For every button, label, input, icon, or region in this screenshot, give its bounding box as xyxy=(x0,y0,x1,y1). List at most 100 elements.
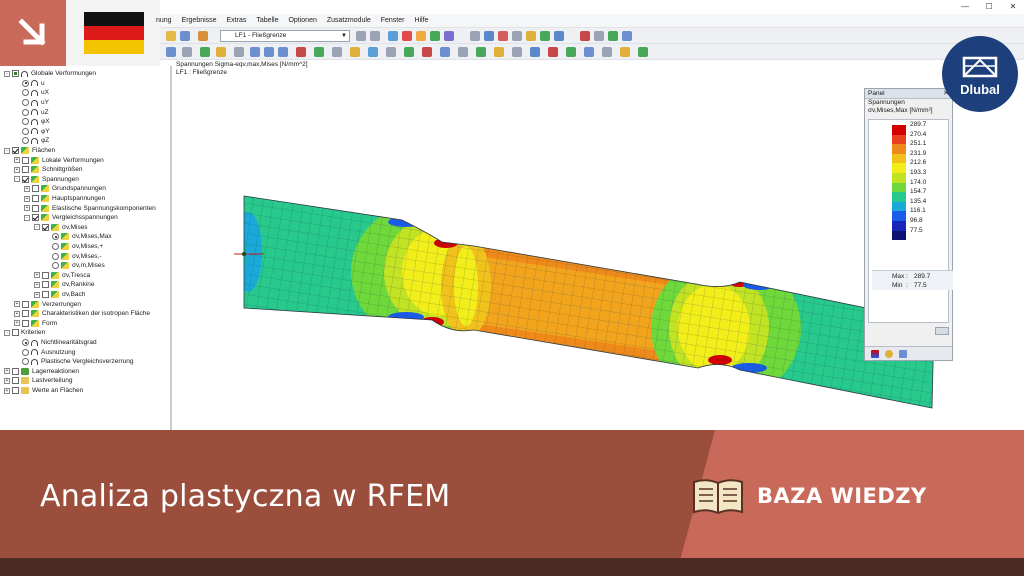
fit-icon[interactable] xyxy=(530,47,540,57)
menu-item-fenster[interactable]: Fenster xyxy=(381,14,405,28)
checkbox[interactable] xyxy=(22,166,29,174)
checkbox[interactable] xyxy=(32,204,39,212)
loadcase-select[interactable]: LF1 - Fließgrenze ▼ xyxy=(220,30,350,42)
help-icon[interactable] xyxy=(602,47,612,57)
deformation-icon[interactable] xyxy=(416,31,426,41)
checkbox[interactable] xyxy=(32,214,39,222)
expand-icon[interactable]: + xyxy=(24,185,30,192)
tree-item[interactable]: σv,Mises,Max xyxy=(44,232,112,242)
expand-icon[interactable]: + xyxy=(34,291,40,298)
values-icon[interactable] xyxy=(422,47,432,57)
checkbox[interactable] xyxy=(22,310,29,318)
rotate-icon[interactable] xyxy=(594,31,604,41)
grid-icon[interactable] xyxy=(470,31,480,41)
previous-icon[interactable] xyxy=(356,31,366,41)
tree-item[interactable]: + σv,Bach xyxy=(34,290,85,300)
tree-item[interactable]: - Globale Verformungen xyxy=(4,69,96,79)
tree-item[interactable]: + Lagerreaktionen xyxy=(4,367,79,377)
node-icon[interactable] xyxy=(200,47,210,57)
collapse-icon[interactable]: - xyxy=(4,329,10,336)
radio-button[interactable] xyxy=(52,233,59,241)
measure-icon[interactable] xyxy=(234,47,244,57)
axis-x-icon[interactable] xyxy=(250,47,260,57)
tree-item[interactable]: + Grundspannungen xyxy=(24,184,106,194)
checkbox[interactable] xyxy=(42,223,49,231)
lines-icon[interactable] xyxy=(440,47,450,57)
print-icon[interactable] xyxy=(622,31,632,41)
grid-toggle-icon[interactable] xyxy=(512,47,522,57)
labels-icon[interactable] xyxy=(494,47,504,57)
checkbox[interactable] xyxy=(12,70,19,78)
member-icon[interactable] xyxy=(512,31,522,41)
maximize-button[interactable]: ☐ xyxy=(978,0,1000,14)
section-icon[interactable] xyxy=(554,31,564,41)
checkbox[interactable] xyxy=(12,329,19,337)
tree-item[interactable]: + Lokale Verformungen xyxy=(14,155,104,165)
checkbox[interactable] xyxy=(22,156,29,164)
tree-item[interactable]: - Spannungen xyxy=(14,175,79,185)
radio-button[interactable] xyxy=(52,262,59,270)
color-scale-panel[interactable]: Panel ✕ Spannungen σv,Mises,Max [N/mm²] … xyxy=(864,88,953,361)
checkbox[interactable] xyxy=(42,271,49,279)
checkbox[interactable] xyxy=(12,387,19,395)
zoom-all-icon[interactable] xyxy=(386,47,396,57)
tree-item[interactable]: u xyxy=(14,79,45,89)
radio-button[interactable] xyxy=(52,243,59,251)
palette-icon[interactable] xyxy=(885,350,893,358)
next-icon[interactable] xyxy=(370,31,380,41)
collapse-icon[interactable]: - xyxy=(34,224,40,231)
radio-button[interactable] xyxy=(52,252,59,260)
menu-item-extras[interactable]: Extras xyxy=(227,14,247,28)
tree-item[interactable]: - Flächen xyxy=(4,146,55,156)
collapse-icon[interactable]: - xyxy=(4,147,10,154)
line-icon[interactable] xyxy=(580,31,590,41)
expand-icon[interactable]: + xyxy=(14,301,20,308)
move-icon[interactable] xyxy=(182,47,192,57)
tree-item[interactable]: + Elastische Spannungskomponenten xyxy=(24,203,156,213)
iso-view-icon[interactable] xyxy=(296,47,306,57)
open-icon[interactable] xyxy=(166,31,176,41)
minimize-button[interactable]: — xyxy=(954,0,976,14)
radio-button[interactable] xyxy=(22,358,29,366)
checkbox[interactable] xyxy=(22,175,29,183)
checkbox[interactable] xyxy=(42,291,49,299)
radio-button[interactable] xyxy=(22,339,29,347)
tree-item[interactable]: uZ xyxy=(14,107,49,117)
axis-y-icon[interactable] xyxy=(264,47,274,57)
tree-item[interactable]: + Werte an Flächen xyxy=(4,386,83,396)
menu-item-zusatzmodule[interactable]: Zusatzmodule xyxy=(327,14,371,28)
expand-icon[interactable]: + xyxy=(14,320,20,327)
checkbox[interactable] xyxy=(12,147,19,155)
tree-item[interactable]: + Hauptspannungen xyxy=(24,194,105,204)
menu-item-optionen[interactable]: Optionen xyxy=(288,14,316,28)
expand-icon[interactable]: + xyxy=(24,195,30,202)
checkbox[interactable] xyxy=(12,377,19,385)
checkbox[interactable] xyxy=(22,300,29,308)
copy-icon[interactable] xyxy=(216,47,226,57)
camera-icon[interactable] xyxy=(584,47,594,57)
transparent-icon[interactable] xyxy=(368,47,378,57)
color-scale-icon[interactable] xyxy=(404,47,414,57)
wireframe-icon[interactable] xyxy=(332,47,342,57)
menu-item-tabelle[interactable]: Tabelle xyxy=(256,14,278,28)
tree-item[interactable]: uX xyxy=(14,88,49,98)
anim-icon[interactable] xyxy=(548,47,558,57)
expand-icon[interactable]: + xyxy=(14,310,20,317)
checkbox-icon[interactable] xyxy=(638,47,648,57)
tree-item[interactable]: - Kriterien xyxy=(4,328,45,338)
checkbox[interactable] xyxy=(32,185,39,193)
tree-item[interactable]: φZ xyxy=(14,136,49,146)
view-icon[interactable] xyxy=(388,31,398,41)
menu-item-berechnung[interactable]: nung xyxy=(156,14,172,28)
tree-item[interactable]: + Charakteristiken der isotropen Fläche xyxy=(14,309,150,319)
expand-icon[interactable]: + xyxy=(14,166,20,173)
surface-icon[interactable] xyxy=(430,31,440,41)
mesh-icon[interactable] xyxy=(540,31,550,41)
tree-item[interactable]: φX xyxy=(14,117,50,127)
show-model-icon[interactable] xyxy=(314,47,324,57)
expand-icon[interactable]: + xyxy=(34,281,40,288)
tree-item[interactable]: σv,Mises,- xyxy=(44,251,102,261)
tree-item[interactable]: + Lastverteilung xyxy=(4,376,72,386)
iso-lines-icon[interactable] xyxy=(476,47,486,57)
menu-item-hilfe[interactable]: Hilfe xyxy=(414,14,428,28)
